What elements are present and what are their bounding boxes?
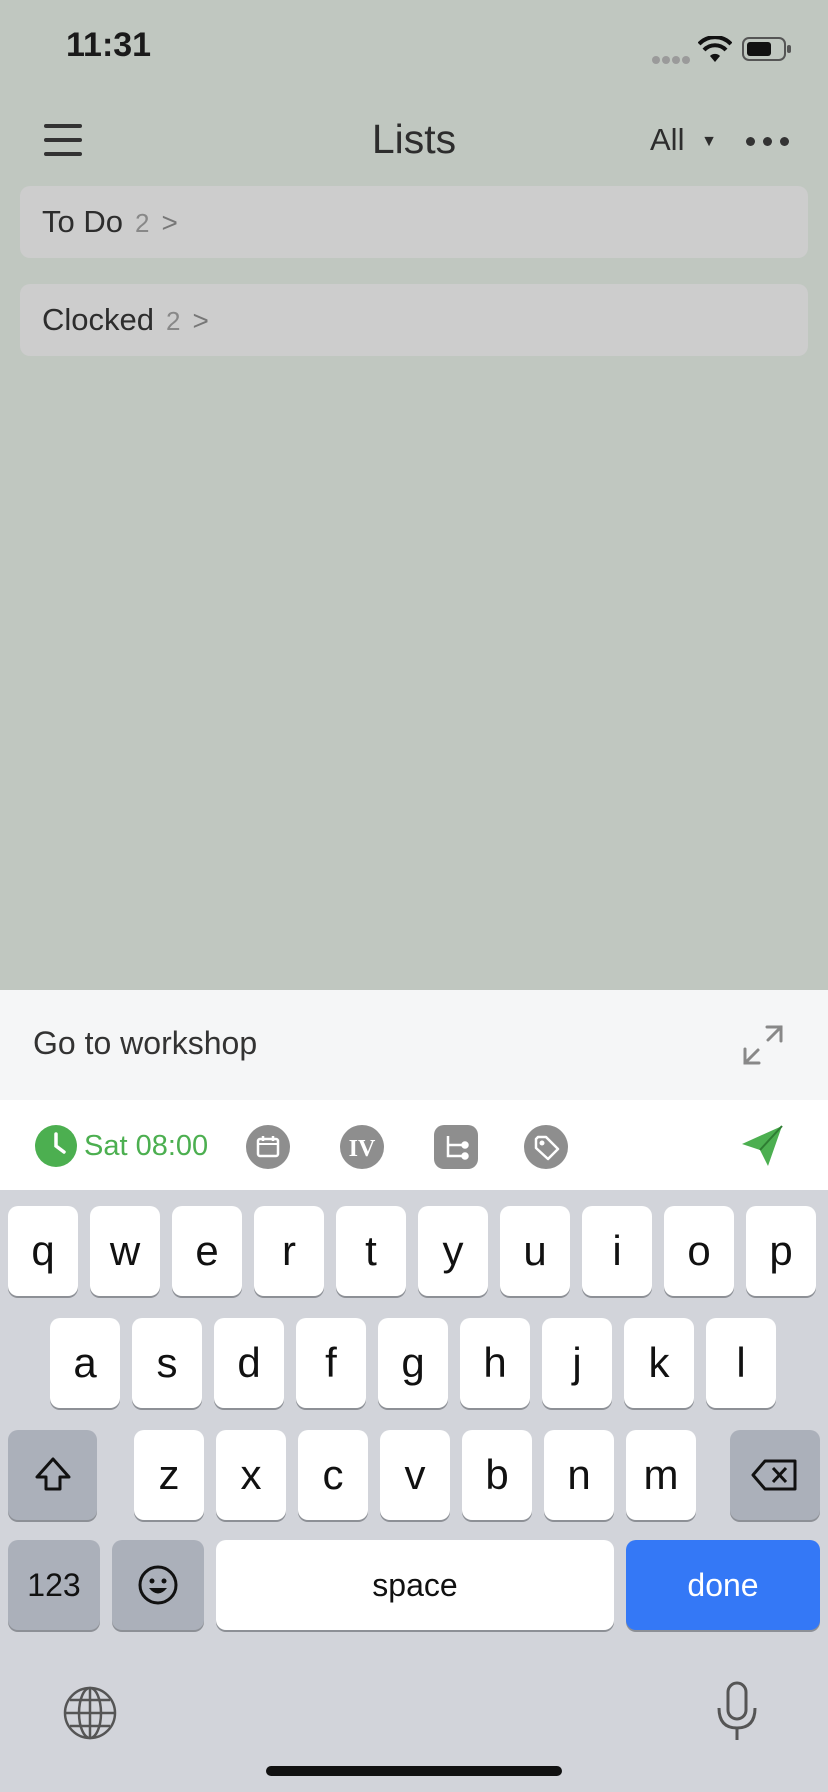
chevron-right-icon: > [161,207,178,238]
list-item-count: 2 [166,306,181,336]
key-k[interactable]: k [624,1318,694,1408]
keyboard: qwertyuiop asdfghjkl zxcvbnm 123 space d… [0,1190,828,1792]
numbers-key[interactable]: 123 [8,1540,100,1630]
send-icon[interactable] [738,1122,786,1170]
space-key[interactable]: space [216,1540,614,1630]
key-x[interactable]: x [216,1430,286,1520]
key-s[interactable]: s [132,1318,202,1408]
home-indicator [266,1766,562,1776]
wifi-icon [697,35,733,62]
list-item-label: To Do [42,204,123,239]
task-title-input[interactable] [33,1018,673,1068]
task-compose-area [0,990,828,1100]
expand-icon[interactable] [740,1022,786,1068]
status-time: 11:31 [66,26,152,64]
calendar-icon[interactable] [246,1125,290,1169]
filter-label: All [650,122,685,157]
signal-icon [652,52,690,64]
key-b[interactable]: b [462,1430,532,1520]
list-item-todo[interactable]: To Do 2 > [20,186,808,258]
backspace-key[interactable] [730,1430,820,1520]
clock-icon [35,1125,77,1167]
key-d[interactable]: d [214,1318,284,1408]
key-p[interactable]: p [746,1206,816,1296]
filter-dropdown[interactable]: All ▼ [650,122,717,158]
list-item-clocked[interactable]: Clocked 2 > [20,284,808,356]
key-z[interactable]: z [134,1430,204,1520]
due-date-label: Sat 08:00 [84,1129,209,1162]
key-f[interactable]: f [296,1318,366,1408]
priority-icon[interactable]: IV [340,1125,384,1169]
key-j[interactable]: j [542,1318,612,1408]
due-date-chip[interactable]: Sat 08:00 [35,1125,208,1167]
key-v[interactable]: v [380,1430,450,1520]
subtask-icon[interactable] [434,1125,478,1169]
key-l[interactable]: l [706,1318,776,1408]
done-key[interactable]: done [626,1540,820,1630]
svg-text:IV: IV [349,1136,376,1162]
shift-key[interactable] [8,1430,97,1520]
key-r[interactable]: r [254,1206,324,1296]
key-g[interactable]: g [378,1318,448,1408]
key-i[interactable]: i [582,1206,652,1296]
key-c[interactable]: c [298,1430,368,1520]
chevron-right-icon: > [192,305,209,336]
battery-icon [742,37,792,61]
key-n[interactable]: n [544,1430,614,1520]
key-t[interactable]: t [336,1206,406,1296]
list-item-count: 2 [134,208,150,238]
key-y[interactable]: y [418,1206,488,1296]
key-o[interactable]: o [664,1206,734,1296]
key-a[interactable]: a [50,1318,120,1408]
list-item-label: Clocked [42,302,154,337]
more-options-icon[interactable] [744,126,792,156]
key-u[interactable]: u [500,1206,570,1296]
microphone-icon[interactable] [714,1680,760,1744]
key-h[interactable]: h [460,1318,530,1408]
key-e[interactable]: e [172,1206,242,1296]
tag-icon[interactable] [524,1125,568,1169]
emoji-key[interactable] [112,1540,204,1630]
task-toolbar: Sat 08:00 IV [0,1100,828,1190]
key-w[interactable]: w [90,1206,160,1296]
key-m[interactable]: m [626,1430,696,1520]
key-q[interactable]: q [8,1206,78,1296]
globe-icon[interactable] [62,1685,118,1741]
caret-down-icon: ▼ [701,132,717,150]
